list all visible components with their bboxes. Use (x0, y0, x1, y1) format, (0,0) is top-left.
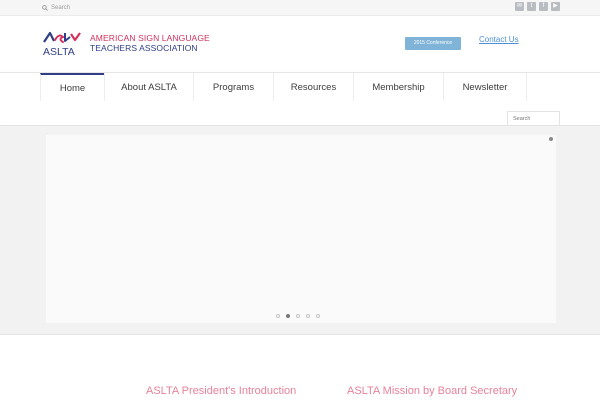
logo-wordmark: AMERICAN SIGN LANGUAGE TEACHERS ASSOCIAT… (90, 33, 210, 53)
slider-dot-3[interactable] (296, 314, 300, 318)
main-navigation: Home About ASLTA Programs Resources Memb… (0, 72, 600, 126)
twitter-icon[interactable]: t (527, 2, 536, 11)
nav-item-newsletter[interactable]: Newsletter (443, 73, 527, 101)
youtube-icon[interactable]: ▶ (551, 2, 560, 11)
page: Search ✉ t f ▶ ASLTA AMERICAN SIGN LANGU… (0, 0, 600, 400)
logo-mark-text: ASLTA (43, 46, 75, 57)
logo-line2: TEACHERS ASSOCIATION (90, 43, 198, 53)
facebook-icon[interactable]: f (539, 2, 548, 11)
nav-item-resources[interactable]: Resources (273, 73, 353, 101)
mission-heading[interactable]: ASLTA Mission by Board Secretary (347, 385, 517, 398)
slider-dot-2[interactable] (286, 314, 290, 318)
nav-item-programs[interactable]: Programs (193, 73, 273, 101)
site-logo[interactable]: ASLTA AMERICAN SIGN LANGUAGE TEACHERS AS… (42, 31, 210, 57)
top-utility-bar: Search ✉ t f ▶ (0, 0, 600, 16)
slider-pagination (276, 314, 320, 318)
top-search[interactable]: Search (42, 3, 70, 13)
slider-control-dot[interactable] (549, 137, 553, 141)
nav-menu: Home About ASLTA Programs Resources Memb… (40, 73, 527, 101)
contact-us-link[interactable]: Contact Us (479, 35, 519, 45)
social-links: ✉ t f ▶ (515, 2, 560, 11)
slider-dot-5[interactable] (316, 314, 320, 318)
aslta-logo-mark: ASLTA (43, 31, 81, 57)
nav-search-input[interactable] (507, 111, 560, 126)
president-introduction-heading[interactable]: ASLTA President's Introduction (146, 385, 296, 398)
site-header: ASLTA AMERICAN SIGN LANGUAGE TEACHERS AS… (0, 17, 600, 73)
mail-icon[interactable]: ✉ (515, 2, 524, 11)
slider-dot-1[interactable] (276, 314, 280, 318)
conference-button[interactable]: 2015 Conference (405, 37, 461, 50)
logo-line1: AMERICAN SIGN LANGUAGE (90, 33, 210, 43)
nav-item-about[interactable]: About ASLTA (104, 73, 193, 101)
nav-item-home[interactable]: Home (40, 73, 104, 101)
nav-item-membership[interactable]: Membership (353, 73, 443, 101)
search-icon (42, 5, 48, 11)
slider-dot-4[interactable] (306, 314, 310, 318)
top-search-placeholder: Search (51, 5, 71, 11)
image-slider[interactable] (46, 135, 556, 323)
